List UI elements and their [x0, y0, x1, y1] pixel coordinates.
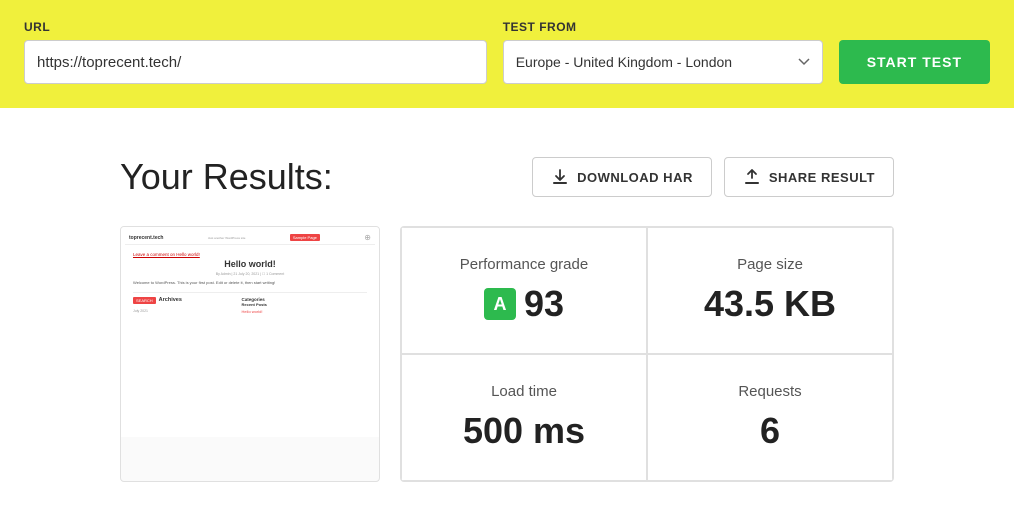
- test-from-label: Test from: [503, 20, 823, 34]
- metric-page-size: Page size 43.5 KB: [647, 227, 893, 354]
- header-bar: URL Test from Europe - United Kingdom - …: [0, 0, 1014, 108]
- screenshot-image: toprecent.tech Just another WordPress si…: [121, 227, 379, 437]
- results-grid: toprecent.tech Just another WordPress si…: [120, 226, 894, 482]
- metric-requests-label: Requests: [738, 383, 801, 400]
- metric-page-size-label: Page size: [737, 256, 803, 273]
- share-result-label: SHARE RESULT: [769, 170, 875, 185]
- results-title: Your Results:: [120, 156, 333, 198]
- screenshot-panel: toprecent.tech Just another WordPress si…: [120, 226, 380, 482]
- grade-badge: A: [484, 288, 516, 320]
- test-from-group: Test from Europe - United Kingdom - Lond…: [503, 20, 823, 84]
- main-content: Your Results: DOWNLOAD HAR SHARE RESULT: [0, 108, 1014, 522]
- metric-load-time-label: Load time: [491, 383, 557, 400]
- metric-load-time-value: 500 ms: [463, 410, 585, 452]
- share-result-button[interactable]: SHARE RESULT: [724, 157, 894, 197]
- metric-performance: Performance grade A 93: [401, 227, 647, 354]
- metric-requests-value: 6: [760, 410, 780, 452]
- metric-performance-value: 93: [524, 283, 564, 325]
- metric-requests: Requests 6: [647, 354, 893, 481]
- url-input[interactable]: [24, 40, 487, 84]
- results-header: Your Results: DOWNLOAD HAR SHARE RESULT: [120, 156, 894, 198]
- url-group: URL: [24, 20, 487, 84]
- metric-load-time: Load time 500 ms: [401, 354, 647, 481]
- metrics-grid: Performance grade A 93 Page size 43.5 KB…: [400, 226, 894, 482]
- start-test-button[interactable]: START TEST: [839, 40, 990, 84]
- download-har-label: DOWNLOAD HAR: [577, 170, 693, 185]
- download-icon: [551, 168, 569, 186]
- results-actions: DOWNLOAD HAR SHARE RESULT: [532, 157, 894, 197]
- metric-performance-value-row: A 93: [484, 283, 564, 325]
- url-label: URL: [24, 20, 487, 34]
- download-har-button[interactable]: DOWNLOAD HAR: [532, 157, 712, 197]
- metric-page-size-value: 43.5 KB: [704, 283, 836, 325]
- test-from-select[interactable]: Europe - United Kingdom - London North A…: [503, 40, 823, 84]
- share-icon: [743, 168, 761, 186]
- metric-performance-label: Performance grade: [460, 256, 588, 273]
